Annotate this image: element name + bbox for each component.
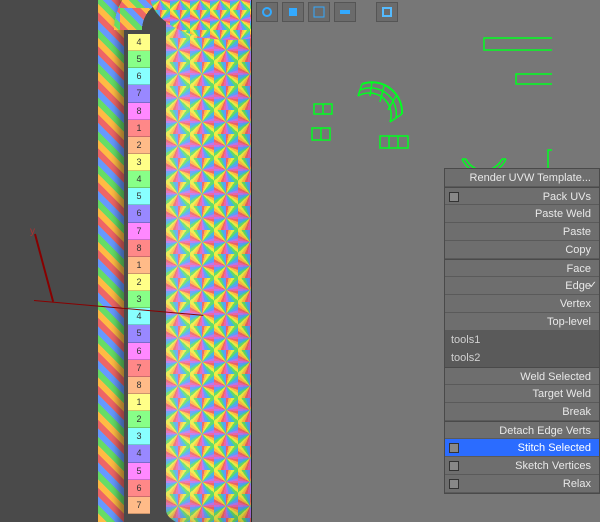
ruler-cell: 6 bbox=[128, 343, 150, 360]
ruler-cell: 3 bbox=[128, 154, 150, 171]
menu-item-pack-uvs[interactable]: Pack UVs bbox=[445, 187, 599, 205]
menu-item-tools2[interactable]: tools2 bbox=[445, 349, 599, 367]
perspective-viewport[interactable]: 4567812345678123456781234567 y bbox=[0, 0, 252, 522]
menu-item-paste[interactable]: Paste bbox=[445, 223, 599, 241]
ruler-cell: 8 bbox=[128, 240, 150, 257]
menu-item-stitch-selected[interactable]: Stitch Selected bbox=[445, 439, 599, 457]
submenu-icon bbox=[449, 192, 459, 202]
ruler-cell: 3 bbox=[128, 428, 150, 445]
ruler-cell: 4 bbox=[128, 171, 150, 188]
context-menu: Render UVW Template...Pack UVsPaste Weld… bbox=[444, 168, 600, 494]
uv-editor[interactable]: Render UVW Template...Pack UVsPaste Weld… bbox=[252, 0, 600, 522]
ruler-cell: 8 bbox=[128, 377, 150, 394]
ruler-cell: 7 bbox=[128, 497, 150, 514]
menu-item-tools1[interactable]: tools1 bbox=[445, 331, 599, 349]
ruler-cell: 1 bbox=[128, 394, 150, 411]
tool-button[interactable] bbox=[376, 2, 398, 22]
menu-item-face[interactable]: Face bbox=[445, 259, 599, 277]
menu-item-relax[interactable]: Relax bbox=[445, 475, 599, 493]
uv-toolbar bbox=[252, 0, 402, 24]
ruler-cell: 2 bbox=[128, 274, 150, 291]
menu-item-break[interactable]: Break bbox=[445, 403, 599, 421]
ruler-cell: 1 bbox=[128, 120, 150, 137]
options-icon bbox=[381, 6, 393, 18]
menu-item-copy[interactable]: Copy bbox=[445, 241, 599, 259]
submenu-icon bbox=[449, 461, 459, 471]
tool-button[interactable] bbox=[308, 2, 330, 22]
ruler-cell: 5 bbox=[128, 325, 150, 342]
menu-item-vertex[interactable]: Vertex bbox=[445, 295, 599, 313]
submenu-icon bbox=[449, 479, 459, 489]
ruler-cell: 3 bbox=[128, 291, 150, 308]
ruler-cell: 7 bbox=[128, 360, 150, 377]
menu-item-render-uvw-template[interactable]: Render UVW Template... bbox=[445, 169, 599, 187]
ruler-cell: 1 bbox=[128, 257, 150, 274]
model-pipe bbox=[98, 0, 124, 522]
ruler-cell: 6 bbox=[128, 480, 150, 497]
face-icon bbox=[287, 6, 299, 18]
ruler-cell: 8 bbox=[128, 103, 150, 120]
ruler-cell: 5 bbox=[128, 188, 150, 205]
tool-button[interactable] bbox=[334, 2, 356, 22]
check-icon: ✓ bbox=[589, 277, 597, 295]
model-ruler: 4567812345678123456781234567 bbox=[128, 34, 150, 514]
ruler-cell: 5 bbox=[128, 463, 150, 480]
ruler-cell: 2 bbox=[128, 411, 150, 428]
ruler-cell: 5 bbox=[128, 51, 150, 68]
model-cylinder bbox=[166, 0, 252, 522]
vertex-icon bbox=[339, 6, 351, 18]
element-icon bbox=[313, 6, 325, 18]
tool-button[interactable] bbox=[256, 2, 278, 22]
tool-button[interactable] bbox=[282, 2, 304, 22]
menu-item-target-weld[interactable]: Target Weld bbox=[445, 385, 599, 403]
ruler-cell: 6 bbox=[128, 205, 150, 222]
ruler-cell: 2 bbox=[128, 137, 150, 154]
menu-item-top-level[interactable]: Top-level bbox=[445, 313, 599, 331]
menu-item-detach-edge-verts[interactable]: Detach Edge Verts bbox=[445, 421, 599, 439]
axis-line bbox=[34, 234, 54, 302]
ruler-cell: 4 bbox=[128, 34, 150, 51]
menu-item-sketch-vertices[interactable]: Sketch Vertices bbox=[445, 457, 599, 475]
menu-item-weld-selected[interactable]: Weld Selected bbox=[445, 367, 599, 385]
ruler-cell: 4 bbox=[128, 445, 150, 462]
submenu-icon bbox=[449, 443, 459, 453]
ruler-cell: 6 bbox=[128, 68, 150, 85]
uv-wireframe[interactable] bbox=[252, 24, 552, 174]
menu-item-edge[interactable]: Edge✓ bbox=[445, 277, 599, 295]
menu-item-paste-weld[interactable]: Paste Weld bbox=[445, 205, 599, 223]
loop-icon bbox=[261, 6, 273, 18]
ruler-cell: 7 bbox=[128, 85, 150, 102]
ruler-cell: 7 bbox=[128, 223, 150, 240]
